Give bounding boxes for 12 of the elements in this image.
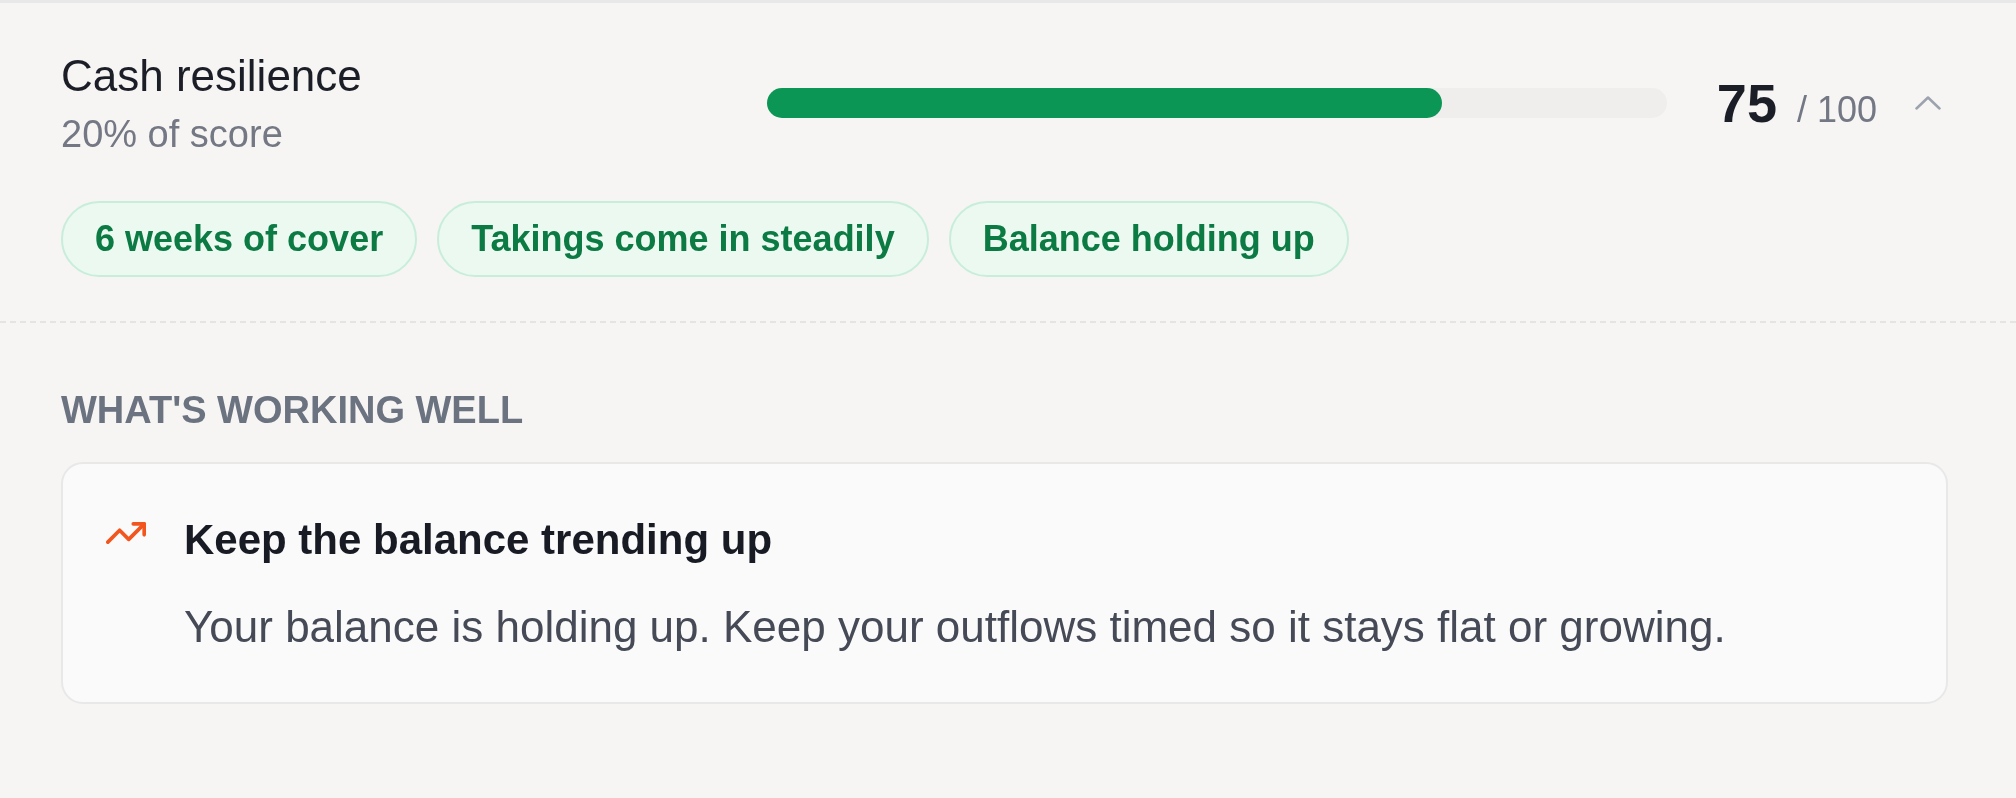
score-max: / 100 — [1796, 88, 1877, 132]
trending-up-icon — [106, 522, 146, 544]
tip-text: Your balance is holding up. Keep your outflows timed so it stays flat or growing. — [184, 601, 1726, 653]
highlight-chip: Balance holding up — [948, 201, 1349, 277]
section-heading: WHAT'S WORKING WELL — [61, 388, 524, 433]
highlight-chip: 6 weeks of cover — [61, 201, 418, 277]
score-value: 75 — [1716, 73, 1777, 133]
section-title: Cash resilience — [61, 50, 362, 102]
chevron-up-icon — [1915, 96, 1941, 110]
score-weight: 20% of score — [61, 112, 283, 157]
highlight-chip: Takings come in steadily — [437, 201, 929, 277]
tip-title: Keep the balance trending up — [184, 515, 773, 565]
